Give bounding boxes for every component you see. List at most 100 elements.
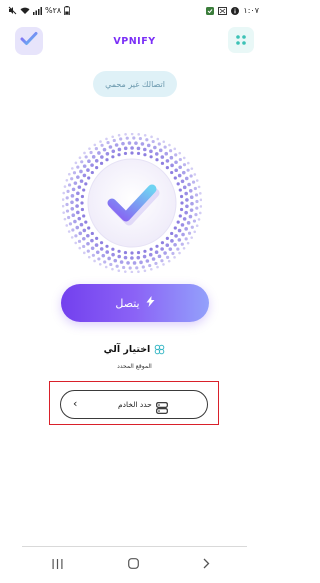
ring-dot	[82, 251, 86, 255]
ring-dot	[104, 265, 108, 269]
ring-dot	[132, 136, 136, 140]
ring-dot	[182, 246, 186, 250]
ring-dot	[86, 233, 90, 238]
ring-dot	[76, 165, 80, 169]
ring-dot	[186, 241, 190, 245]
ring-dot	[98, 262, 102, 266]
ring-dot	[170, 163, 174, 168]
ring-dot	[149, 149, 153, 154]
ring-dot	[93, 259, 96, 263]
ring-dot	[192, 219, 197, 223]
ring-dot	[105, 244, 109, 248]
ring-dot	[111, 247, 115, 251]
ring-dot	[162, 263, 165, 266]
ring-dot	[73, 181, 78, 185]
ring-dot	[76, 191, 80, 196]
ring-dot	[99, 140, 102, 143]
ring-dot	[182, 217, 187, 221]
ring-dot	[117, 254, 122, 259]
ring-dot	[189, 208, 194, 212]
selected-location-label: الموقع المحدد	[117, 363, 152, 370]
ring-dot	[157, 142, 161, 146]
connection-indicator[interactable]	[61, 132, 203, 274]
system-nav-bar	[0, 550, 269, 583]
ring-dot	[194, 193, 199, 197]
ring-dot	[142, 254, 147, 259]
home-button[interactable]	[128, 558, 139, 572]
ring-dot	[145, 138, 149, 142]
ring-dot	[109, 262, 113, 267]
ring-dot	[170, 231, 174, 236]
ring-dot	[75, 225, 80, 230]
ring-dot	[195, 206, 199, 210]
ring-dot	[77, 216, 82, 221]
ring-dot	[184, 210, 188, 215]
cast-icon	[218, 6, 228, 15]
ring-dot	[136, 146, 141, 151]
ring-dot	[154, 261, 158, 266]
ring-dot	[71, 167, 74, 170]
ring-dot	[89, 150, 93, 155]
status-bar: %٢٨ ١:٠٧	[0, 0, 269, 22]
server-icon	[156, 399, 168, 418]
ring-dot	[65, 209, 70, 213]
ring-dot	[145, 259, 150, 263]
ring-dot	[119, 260, 124, 264]
ring-dot	[99, 161, 104, 165]
ring-dot	[184, 176, 189, 181]
ring-dot	[61, 198, 65, 201]
ring-dot	[157, 254, 162, 259]
ring-dot	[140, 142, 145, 146]
ring-dot	[106, 140, 110, 145]
select-server-button[interactable]: ‹ حدد الخادم	[60, 390, 208, 419]
select-server-label: حدد الخادم	[118, 400, 152, 409]
ring-dot	[156, 265, 159, 269]
ring-dot	[186, 168, 190, 172]
ring-dot	[126, 261, 130, 265]
ring-dot	[79, 222, 84, 227]
ring-dot	[86, 249, 90, 253]
ring-dot	[74, 241, 78, 245]
app-header: VPNIFY	[0, 24, 269, 58]
ring-dot	[168, 247, 173, 251]
auto-location-row[interactable]: اختيار آلي	[0, 341, 269, 357]
ring-dot	[94, 147, 98, 151]
ring-dot	[80, 207, 85, 212]
ring-dot	[190, 236, 193, 239]
ring-dot	[105, 152, 110, 156]
back-button[interactable]	[203, 558, 210, 572]
ring-dot	[70, 177, 74, 181]
ring-dot	[181, 232, 185, 237]
ring-dot	[77, 239, 82, 243]
ring-dot	[143, 133, 147, 137]
ring-dot	[190, 225, 194, 229]
ring-dot	[178, 157, 182, 162]
ring-dot	[135, 266, 139, 270]
connect-button[interactable]: يتصل	[61, 284, 209, 322]
ring-dot	[199, 192, 202, 195]
ring-dot	[176, 247, 180, 251]
menu-button[interactable]	[228, 27, 254, 53]
ring-dot	[101, 253, 106, 258]
ring-dot	[184, 227, 188, 231]
notification-app-icon	[206, 6, 215, 15]
lightning-icon	[146, 296, 155, 310]
ring-dot	[178, 165, 182, 170]
ring-dot	[169, 155, 174, 160]
ring-dot	[111, 135, 114, 139]
wifi-icon	[20, 7, 30, 15]
ring-dot	[87, 255, 91, 259]
ring-dot	[173, 226, 177, 230]
ring-dot	[176, 182, 180, 186]
ring-dot	[148, 263, 152, 268]
ring-dot	[73, 219, 77, 224]
ring-dot	[146, 143, 151, 148]
ring-dot	[121, 141, 125, 146]
chevron-left-icon: ‹	[73, 397, 78, 410]
ring-dot	[186, 221, 191, 225]
recent-apps-button[interactable]	[52, 558, 63, 572]
ring-dot	[91, 155, 96, 159]
ring-dot	[117, 269, 121, 273]
ring-dot	[130, 146, 134, 150]
ring-dot	[100, 155, 104, 159]
